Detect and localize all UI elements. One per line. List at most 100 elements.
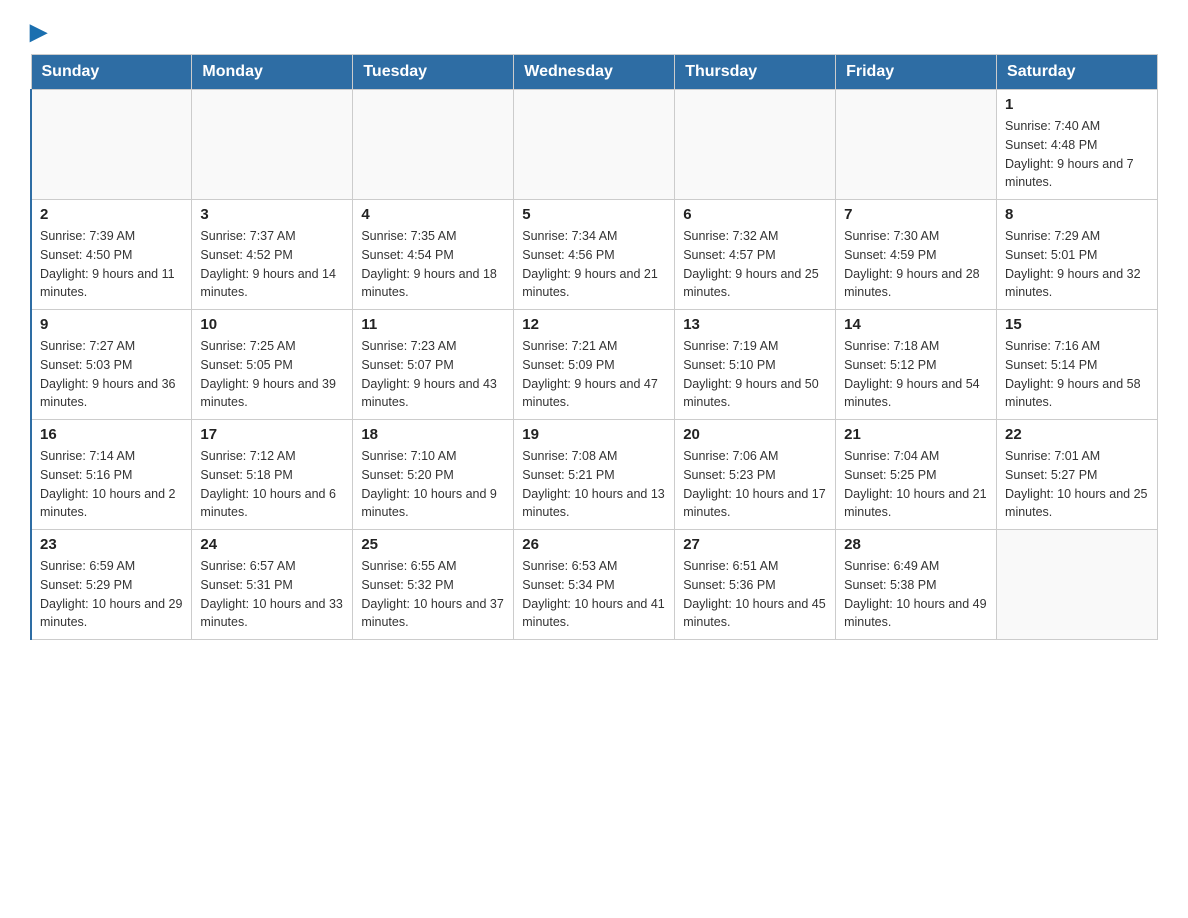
calendar-cell: 5 Sunrise: 7:34 AM Sunset: 4:56 PM Daylig… <box>514 200 675 310</box>
calendar-week-row: 1 Sunrise: 7:40 AM Sunset: 4:48 PM Daylig… <box>31 90 1158 200</box>
calendar-cell: 15 Sunrise: 7:16 AM Sunset: 5:14 PM Dayli… <box>997 310 1158 420</box>
day-number: 22 <box>1005 426 1149 443</box>
calendar-cell <box>836 90 997 200</box>
day-number: 9 <box>40 316 183 333</box>
day-number: 16 <box>40 426 183 443</box>
calendar-cell <box>31 90 192 200</box>
day-number: 23 <box>40 536 183 553</box>
day-info: Sunrise: 6:59 AM Sunset: 5:29 PM Dayligh… <box>40 557 183 632</box>
day-info: Sunrise: 7:35 AM Sunset: 4:54 PM Dayligh… <box>361 227 505 302</box>
calendar-cell: 12 Sunrise: 7:21 AM Sunset: 5:09 PM Dayli… <box>514 310 675 420</box>
day-info: Sunrise: 7:39 AM Sunset: 4:50 PM Dayligh… <box>40 227 183 302</box>
day-number: 12 <box>522 316 666 333</box>
day-info: Sunrise: 7:18 AM Sunset: 5:12 PM Dayligh… <box>844 337 988 412</box>
calendar-cell: 9Sunrise: 7:27 AM Sunset: 5:03 PM Daylig… <box>31 310 192 420</box>
calendar-header-row: SundayMondayTuesdayWednesdayThursdayFrid… <box>31 55 1158 90</box>
calendar-cell: 7 Sunrise: 7:30 AM Sunset: 4:59 PM Daylig… <box>836 200 997 310</box>
day-info: Sunrise: 6:57 AM Sunset: 5:31 PM Dayligh… <box>200 557 344 632</box>
calendar-cell: 11 Sunrise: 7:23 AM Sunset: 5:07 PM Dayli… <box>353 310 514 420</box>
day-info: Sunrise: 6:51 AM Sunset: 5:36 PM Dayligh… <box>683 557 827 632</box>
day-number: 20 <box>683 426 827 443</box>
day-info: Sunrise: 7:01 AM Sunset: 5:27 PM Dayligh… <box>1005 447 1149 522</box>
calendar-cell: 3Sunrise: 7:37 AM Sunset: 4:52 PM Daylig… <box>192 200 353 310</box>
calendar-cell: 17 Sunrise: 7:12 AM Sunset: 5:18 PM Dayli… <box>192 420 353 530</box>
day-info: Sunrise: 7:21 AM Sunset: 5:09 PM Dayligh… <box>522 337 666 412</box>
day-info: Sunrise: 6:53 AM Sunset: 5:34 PM Dayligh… <box>522 557 666 632</box>
day-number: 15 <box>1005 316 1149 333</box>
calendar-cell: 19 Sunrise: 7:08 AM Sunset: 5:21 PM Dayli… <box>514 420 675 530</box>
calendar-cell: 18 Sunrise: 7:10 AM Sunset: 5:20 PM Dayli… <box>353 420 514 530</box>
day-number: 25 <box>361 536 505 553</box>
calendar-cell: 4 Sunrise: 7:35 AM Sunset: 4:54 PM Daylig… <box>353 200 514 310</box>
calendar-week-row: 16 Sunrise: 7:14 AM Sunset: 5:16 PM Dayli… <box>31 420 1158 530</box>
calendar-cell: 20 Sunrise: 7:06 AM Sunset: 5:23 PM Dayli… <box>675 420 836 530</box>
calendar-week-row: 9Sunrise: 7:27 AM Sunset: 5:03 PM Daylig… <box>31 310 1158 420</box>
calendar-cell: 10 Sunrise: 7:25 AM Sunset: 5:05 PM Dayli… <box>192 310 353 420</box>
day-info: Sunrise: 7:12 AM Sunset: 5:18 PM Dayligh… <box>200 447 344 522</box>
calendar-cell: 28Sunrise: 6:49 AM Sunset: 5:38 PM Dayli… <box>836 530 997 640</box>
day-info: Sunrise: 7:14 AM Sunset: 5:16 PM Dayligh… <box>40 447 183 522</box>
day-info: Sunrise: 7:23 AM Sunset: 5:07 PM Dayligh… <box>361 337 505 412</box>
day-info: Sunrise: 7:25 AM Sunset: 5:05 PM Dayligh… <box>200 337 344 412</box>
day-info: Sunrise: 7:34 AM Sunset: 4:56 PM Dayligh… <box>522 227 666 302</box>
day-number: 2 <box>40 206 183 223</box>
calendar-week-row: 2 Sunrise: 7:39 AM Sunset: 4:50 PM Daylig… <box>31 200 1158 310</box>
weekday-header-monday: Monday <box>192 55 353 90</box>
day-number: 3 <box>200 206 344 223</box>
calendar-cell <box>997 530 1158 640</box>
day-info: Sunrise: 7:30 AM Sunset: 4:59 PM Dayligh… <box>844 227 988 302</box>
calendar-cell: 21Sunrise: 7:04 AM Sunset: 5:25 PM Dayli… <box>836 420 997 530</box>
calendar-cell: 27Sunrise: 6:51 AM Sunset: 5:36 PM Dayli… <box>675 530 836 640</box>
calendar-cell <box>675 90 836 200</box>
day-number: 11 <box>361 316 505 333</box>
calendar-cell <box>514 90 675 200</box>
calendar-cell <box>192 90 353 200</box>
day-number: 28 <box>844 536 988 553</box>
day-number: 7 <box>844 206 988 223</box>
calendar-cell: 24Sunrise: 6:57 AM Sunset: 5:31 PM Dayli… <box>192 530 353 640</box>
day-number: 13 <box>683 316 827 333</box>
day-info: Sunrise: 7:10 AM Sunset: 5:20 PM Dayligh… <box>361 447 505 522</box>
day-info: Sunrise: 7:08 AM Sunset: 5:21 PM Dayligh… <box>522 447 666 522</box>
day-number: 17 <box>200 426 344 443</box>
calendar-cell: 13 Sunrise: 7:19 AM Sunset: 5:10 PM Dayli… <box>675 310 836 420</box>
day-info: Sunrise: 7:32 AM Sunset: 4:57 PM Dayligh… <box>683 227 827 302</box>
calendar-cell: 6 Sunrise: 7:32 AM Sunset: 4:57 PM Daylig… <box>675 200 836 310</box>
weekday-header-tuesday: Tuesday <box>353 55 514 90</box>
day-number: 4 <box>361 206 505 223</box>
calendar-cell: 2 Sunrise: 7:39 AM Sunset: 4:50 PM Daylig… <box>31 200 192 310</box>
day-number: 1 <box>1005 96 1149 113</box>
logo-general-text: ▶ <box>30 20 47 44</box>
calendar-cell: 25 Sunrise: 6:55 AM Sunset: 5:32 PM Dayli… <box>353 530 514 640</box>
day-number: 10 <box>200 316 344 333</box>
day-number: 8 <box>1005 206 1149 223</box>
calendar-cell: 14 Sunrise: 7:18 AM Sunset: 5:12 PM Dayli… <box>836 310 997 420</box>
calendar-cell: 26 Sunrise: 6:53 AM Sunset: 5:34 PM Dayli… <box>514 530 675 640</box>
day-info: Sunrise: 7:40 AM Sunset: 4:48 PM Dayligh… <box>1005 117 1149 192</box>
calendar-cell: 22 Sunrise: 7:01 AM Sunset: 5:27 PM Dayli… <box>997 420 1158 530</box>
weekday-header-sunday: Sunday <box>31 55 192 90</box>
day-number: 21 <box>844 426 988 443</box>
day-number: 26 <box>522 536 666 553</box>
calendar-week-row: 23 Sunrise: 6:59 AM Sunset: 5:29 PM Dayli… <box>31 530 1158 640</box>
day-info: Sunrise: 7:29 AM Sunset: 5:01 PM Dayligh… <box>1005 227 1149 302</box>
day-number: 14 <box>844 316 988 333</box>
calendar-cell: 1 Sunrise: 7:40 AM Sunset: 4:48 PM Daylig… <box>997 90 1158 200</box>
calendar-table: SundayMondayTuesdayWednesdayThursdayFrid… <box>30 54 1158 640</box>
day-number: 6 <box>683 206 827 223</box>
day-info: Sunrise: 6:55 AM Sunset: 5:32 PM Dayligh… <box>361 557 505 632</box>
weekday-header-friday: Friday <box>836 55 997 90</box>
calendar-cell <box>353 90 514 200</box>
day-info: Sunrise: 7:16 AM Sunset: 5:14 PM Dayligh… <box>1005 337 1149 412</box>
calendar-cell: 8 Sunrise: 7:29 AM Sunset: 5:01 PM Daylig… <box>997 200 1158 310</box>
day-number: 5 <box>522 206 666 223</box>
weekday-header-thursday: Thursday <box>675 55 836 90</box>
day-info: Sunrise: 7:06 AM Sunset: 5:23 PM Dayligh… <box>683 447 827 522</box>
calendar-cell: 16 Sunrise: 7:14 AM Sunset: 5:16 PM Dayli… <box>31 420 192 530</box>
weekday-header-saturday: Saturday <box>997 55 1158 90</box>
weekday-header-wednesday: Wednesday <box>514 55 675 90</box>
day-number: 18 <box>361 426 505 443</box>
page-header: ▶ <box>30 20 1158 44</box>
day-number: 19 <box>522 426 666 443</box>
day-info: Sunrise: 7:19 AM Sunset: 5:10 PM Dayligh… <box>683 337 827 412</box>
